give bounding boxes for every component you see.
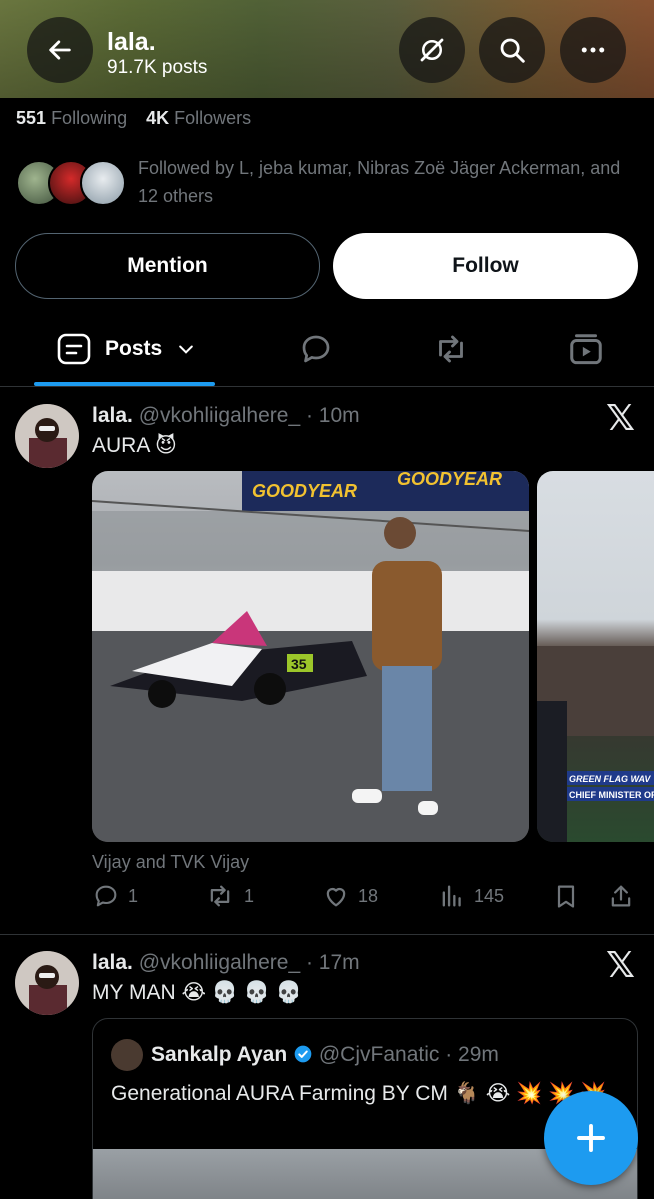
tweet-author-avatar[interactable] bbox=[15, 404, 79, 468]
tweet-divider bbox=[0, 934, 654, 935]
share-icon bbox=[611, 885, 631, 907]
more-horizontal-icon bbox=[581, 47, 605, 53]
followed-by-avatars[interactable] bbox=[16, 160, 126, 208]
media-caption[interactable]: Vijay and TVK Vijay bbox=[92, 852, 249, 873]
like-count: 18 bbox=[358, 885, 379, 906]
quoted-author-name: Sankalp Ayan bbox=[151, 1043, 288, 1066]
svg-text:GREEN FLAG WAV: GREEN FLAG WAV bbox=[569, 774, 651, 784]
verified-badge-icon bbox=[294, 1045, 312, 1063]
crowd-photo: GREEN FLAG WAV CHIEF MINISTER OF bbox=[537, 646, 654, 842]
quoted-tweet-time: · 29m bbox=[445, 1043, 499, 1066]
views-icon bbox=[442, 885, 461, 907]
svg-text:GOODYEAR: GOODYEAR bbox=[252, 481, 357, 501]
tweet-header: lala. @vkohliigalhere_ · 17m bbox=[92, 951, 360, 975]
followers-link[interactable]: 4K Followers bbox=[146, 108, 251, 128]
author-handle[interactable]: @vkohliigalhere_ bbox=[139, 404, 300, 427]
views-count: 145 bbox=[474, 885, 505, 906]
media-icon[interactable] bbox=[567, 331, 605, 369]
follow-stats: 551 Following 4K Followers bbox=[16, 108, 265, 129]
author-handle[interactable]: @vkohliigalhere_ bbox=[139, 951, 300, 974]
profile-tabs: Posts bbox=[0, 315, 654, 387]
tweet-time: · 10m bbox=[305, 404, 360, 427]
svg-text:CHIEF MINISTER OF: CHIEF MINISTER OF bbox=[569, 790, 654, 800]
grok-icon bbox=[420, 38, 444, 62]
tab-posts-label: Posts bbox=[105, 337, 163, 360]
repost-count: 1 bbox=[244, 885, 255, 906]
posts-count: 91.7K posts bbox=[107, 57, 208, 78]
heart-icon bbox=[326, 888, 346, 907]
views-button[interactable]: 145 bbox=[438, 882, 504, 910]
bookmark-icon bbox=[557, 885, 575, 908]
search-icon bbox=[500, 38, 525, 63]
tab-posts[interactable]: Posts bbox=[57, 333, 196, 365]
x-logo-icon: 𝕏 bbox=[606, 398, 636, 439]
profile-banner bbox=[0, 0, 654, 98]
x-logo-icon: 𝕏 bbox=[606, 945, 636, 986]
profile-page: lala. 91.7K posts 551 Following 4K Follo… bbox=[0, 0, 654, 1199]
reply-count: 1 bbox=[128, 885, 139, 906]
quoted-author-avatar bbox=[111, 1039, 143, 1071]
arrow-left-icon bbox=[49, 40, 71, 60]
quoted-tweet-header: Sankalp Ayan @CjvFanatic · 29m bbox=[151, 1043, 499, 1067]
share-button[interactable] bbox=[607, 882, 635, 910]
avatar-image bbox=[15, 951, 79, 1015]
tweet-text: MY MAN 😭 💀 💀 💀 bbox=[92, 981, 302, 1004]
svg-text:35: 35 bbox=[291, 656, 307, 672]
tweet-actions: 1 1 18 145 bbox=[92, 882, 637, 916]
posts-filter-icon bbox=[57, 333, 91, 365]
followed-by-text[interactable]: Followed by L, jeba kumar, Nibras Zoë Jä… bbox=[138, 154, 638, 210]
active-tab-indicator bbox=[34, 382, 215, 386]
tweet-header: lala. @vkohliigalhere_ · 10m bbox=[92, 404, 360, 428]
repost-icon bbox=[210, 885, 230, 907]
repost-button[interactable]: 1 bbox=[204, 882, 254, 910]
search-button[interactable] bbox=[479, 17, 545, 83]
repost-icon[interactable] bbox=[430, 331, 472, 367]
reply-icon[interactable] bbox=[297, 331, 335, 367]
plus-icon bbox=[577, 1124, 605, 1152]
tweet-media-image[interactable]: GOODYEAR GOODYEAR 35 bbox=[92, 471, 529, 842]
grok-button[interactable] bbox=[399, 17, 465, 83]
following-link[interactable]: 551 Following bbox=[16, 108, 127, 128]
reply-button[interactable]: 1 bbox=[92, 882, 138, 910]
like-button[interactable]: 18 bbox=[322, 882, 378, 910]
back-button[interactable] bbox=[27, 17, 93, 83]
profile-name-title: lala. bbox=[107, 28, 156, 56]
bookmark-button[interactable] bbox=[552, 882, 580, 910]
tweet-text: AURA 😈 bbox=[92, 434, 177, 457]
author-name[interactable]: lala. bbox=[92, 404, 133, 427]
avatar-image bbox=[15, 404, 79, 468]
mention-button[interactable]: Mention bbox=[15, 233, 320, 299]
race-car-photo: GOODYEAR GOODYEAR 35 bbox=[92, 471, 529, 842]
follow-button[interactable]: Follow bbox=[333, 233, 638, 299]
tweet-time: · 17m bbox=[305, 951, 360, 974]
author-name[interactable]: lala. bbox=[92, 951, 133, 974]
quoted-tweet-text: Generational AURA Farming BY CM 🐐 😭 💥 💥 … bbox=[111, 1082, 607, 1105]
avatar bbox=[80, 160, 126, 206]
tweet-media-image-2[interactable]: GREEN FLAG WAV CHIEF MINISTER OF bbox=[537, 471, 654, 842]
reply-icon bbox=[95, 885, 117, 907]
compose-button[interactable] bbox=[544, 1091, 638, 1185]
quoted-author-handle: @CjvFanatic bbox=[318, 1043, 440, 1066]
tweet-author-avatar[interactable] bbox=[15, 951, 79, 1015]
chevron-down-icon bbox=[179, 345, 194, 354]
more-button[interactable] bbox=[560, 17, 626, 83]
svg-text:GOODYEAR: GOODYEAR bbox=[397, 471, 502, 489]
